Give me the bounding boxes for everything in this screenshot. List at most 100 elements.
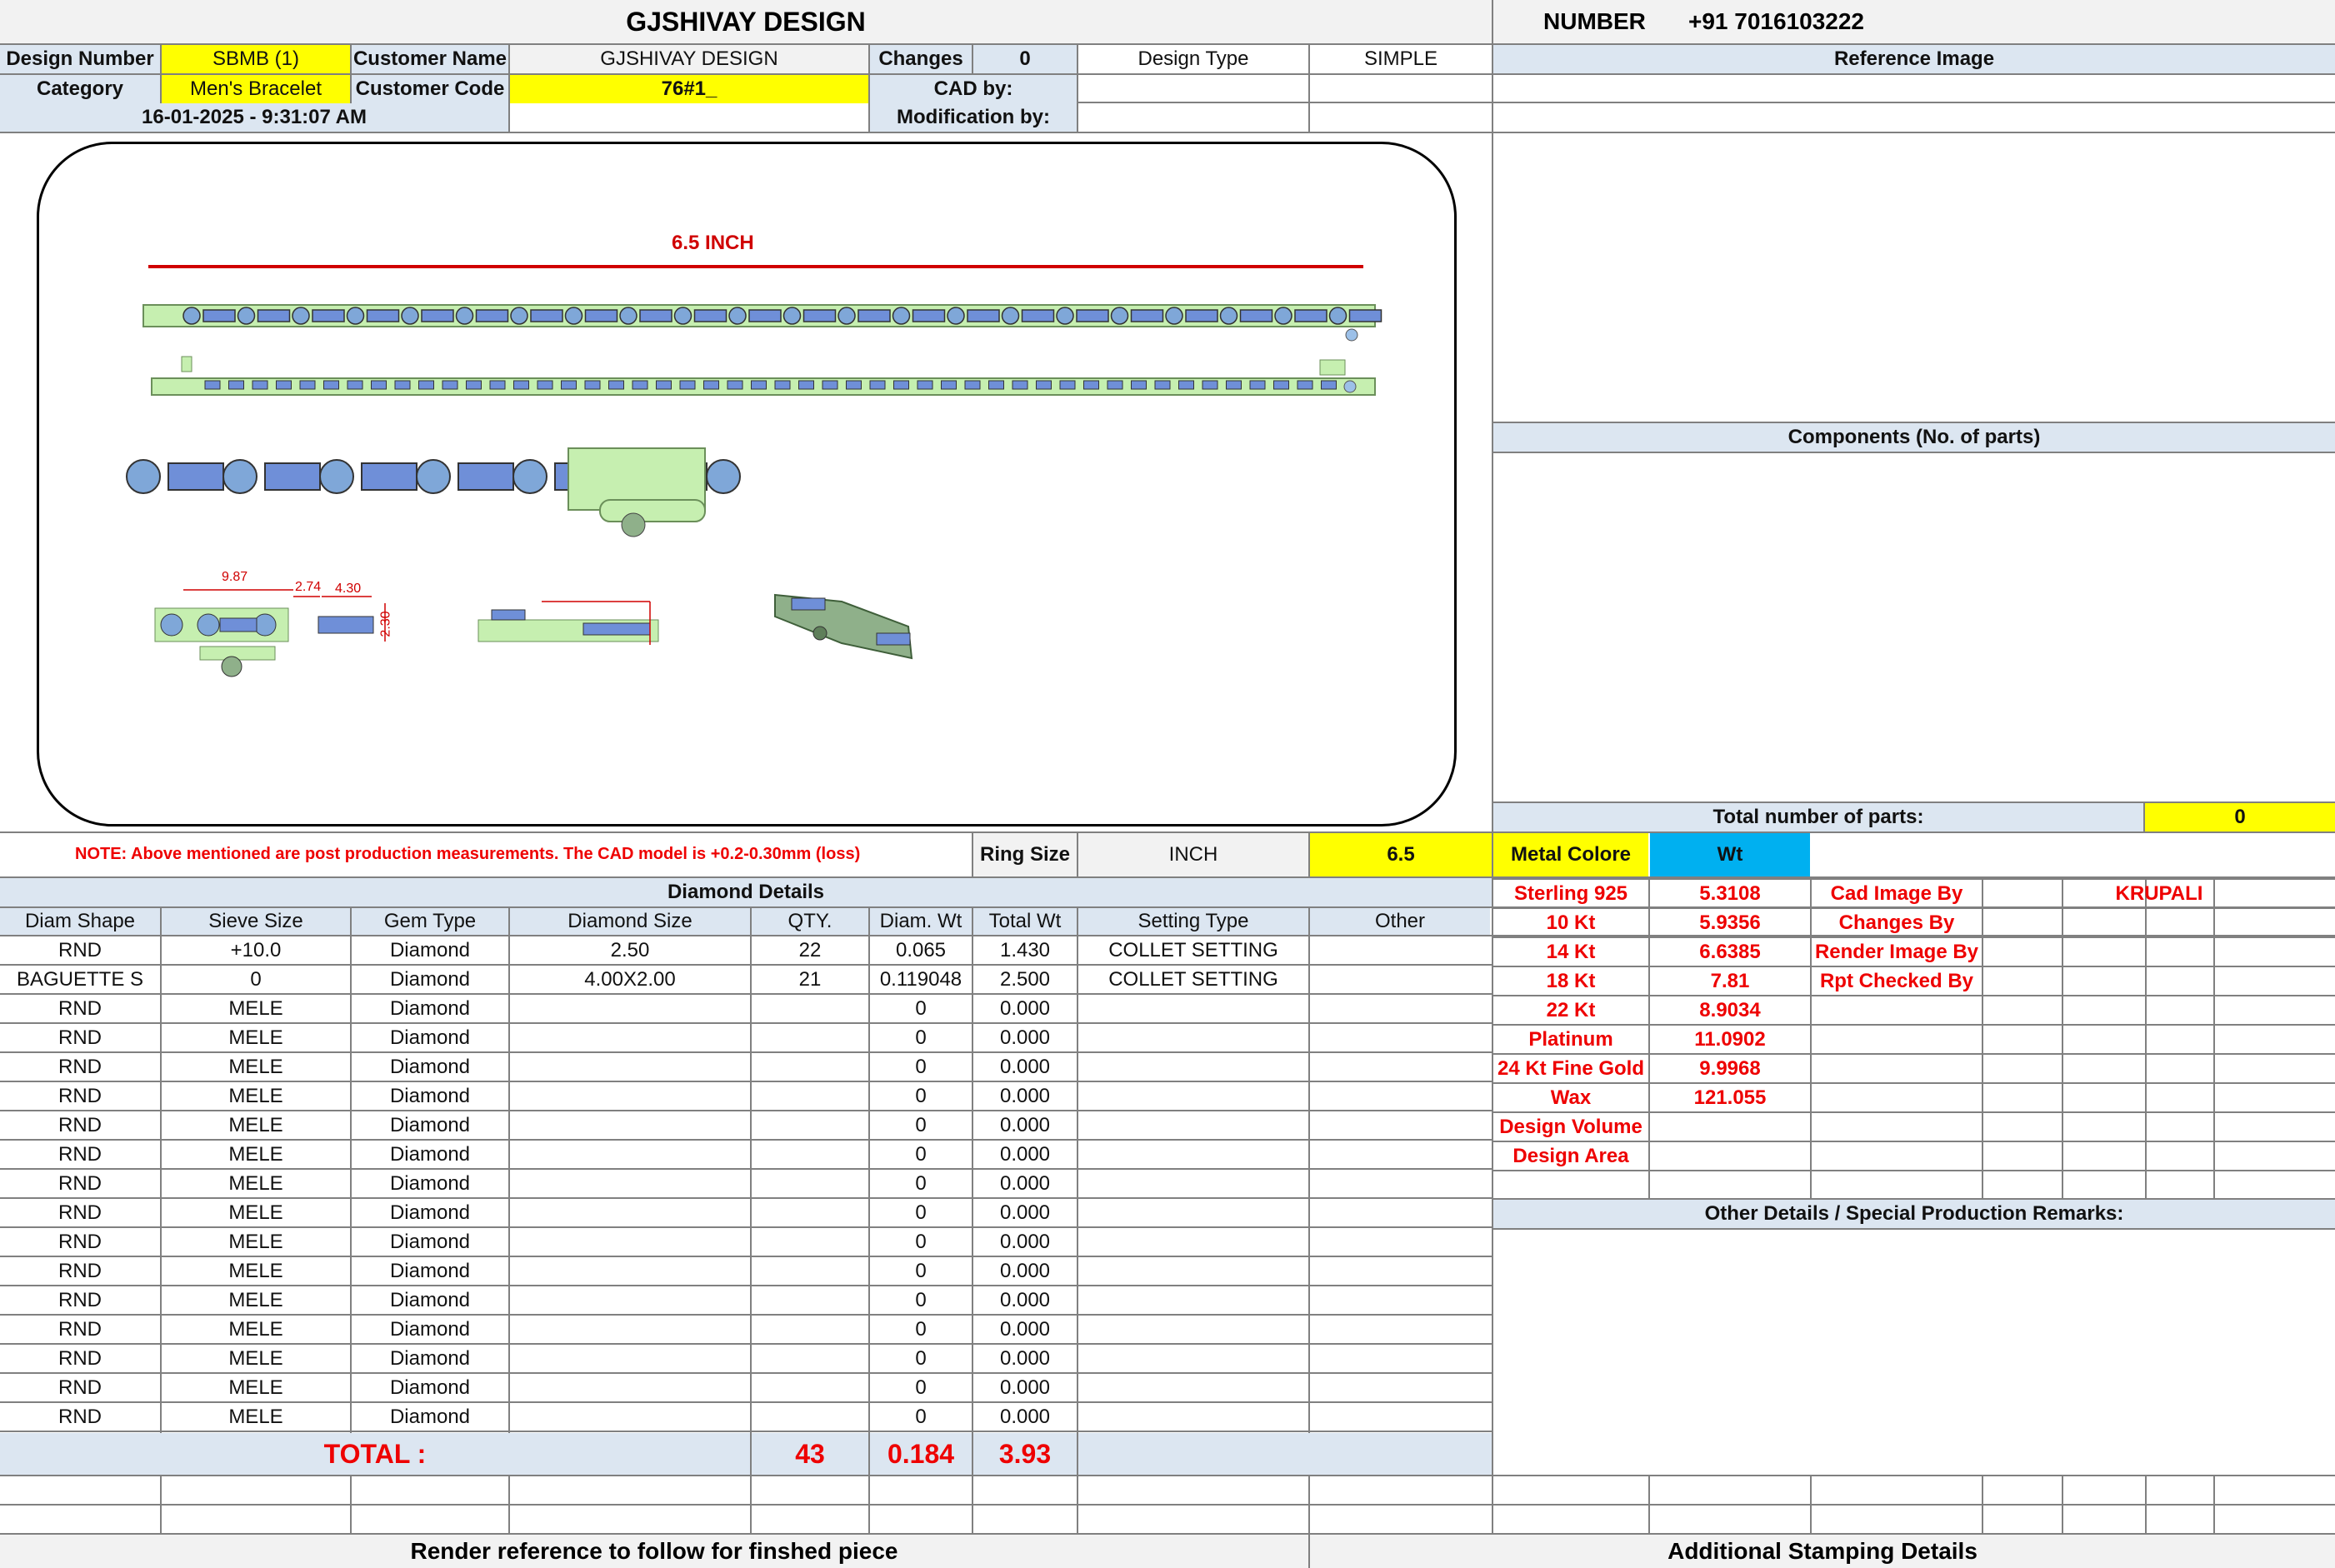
side-stone	[1036, 380, 1052, 390]
diamond-cell-diam-wt: 0	[915, 1318, 927, 1341]
round-stone	[619, 307, 638, 325]
side-stone	[822, 380, 838, 390]
round-stone	[1219, 307, 1238, 325]
side-stone	[1297, 380, 1313, 390]
baguette-stone	[361, 462, 418, 491]
diamond-cell-other	[1310, 1316, 1490, 1344]
diamond-cell-setting-type	[1078, 995, 1308, 1023]
diamond-cell-gem-type: Diamond	[389, 1026, 471, 1049]
baguette-stone	[1185, 309, 1218, 322]
diamond-cell-diamond-size	[510, 1024, 750, 1052]
diamond-cell-diamond-size	[510, 1286, 750, 1315]
metal-weight: 5.9356	[1699, 911, 1761, 934]
header-qty: QTY.	[752, 908, 868, 935]
side-stone	[656, 380, 672, 390]
components-label: Components (No. of parts)	[1493, 423, 2335, 452]
diamond-cell-total-wt: 1.430	[999, 939, 1051, 961]
baguette-stone	[475, 309, 509, 322]
round-stone	[126, 459, 161, 494]
diamond-cell-diam-shape: RND	[58, 1289, 102, 1311]
diamond-cell-other	[1310, 1286, 1490, 1315]
diamond-cell-qty	[752, 995, 868, 1023]
round-stone	[346, 307, 365, 325]
diamond-cell-setting-type	[1078, 1141, 1308, 1169]
round-stone	[319, 459, 354, 494]
diamond-cell-gem-type: Diamond	[389, 968, 471, 991]
diamond-cell-other	[1310, 1257, 1490, 1286]
round-stone	[237, 307, 256, 325]
diamond-cell-diam-wt: 0	[915, 1085, 927, 1107]
round-stone	[892, 307, 911, 325]
diamond-cell-setting-type	[1078, 1082, 1308, 1111]
baguette-stone	[257, 309, 291, 322]
diamond-cell-total-wt: 2.500	[999, 968, 1051, 991]
side-stone	[1202, 380, 1218, 390]
diamond-cell-qty	[752, 1257, 868, 1286]
diamond-cell-total-wt: 0.000	[999, 1231, 1051, 1253]
credit-value: KRUPALI	[2115, 882, 2203, 905]
metal-weight: 9.9968	[1699, 1057, 1761, 1080]
diamond-cell-sieve-size: MELE	[228, 1318, 283, 1341]
diamond-cell-diam-shape: RND	[58, 1376, 102, 1399]
baguette-stone	[1021, 309, 1055, 322]
header-gem-type: Gem Type	[352, 908, 508, 935]
baguette-stone	[168, 462, 224, 491]
diamond-cell-qty	[752, 1141, 868, 1169]
diamond-details-title: Diamond Details	[0, 878, 1492, 906]
diamond-cell-other	[1310, 1228, 1490, 1256]
metal-wt-label: Wt	[1650, 833, 1810, 876]
baguette-stone	[202, 309, 236, 322]
round-stone	[782, 307, 802, 325]
metal-weight: 7.81	[1710, 970, 1750, 992]
side-stone	[798, 380, 814, 390]
additional-stamping-label: Additional Stamping Details	[1310, 1535, 2335, 1568]
metal-weight	[1650, 1142, 1810, 1171]
side-stone	[442, 380, 458, 390]
diamond-cell-gem-type: Diamond	[389, 1347, 471, 1370]
total-wt: 3.93	[973, 1433, 1077, 1475]
diamond-cell-qty	[752, 1345, 868, 1373]
baguette-stone	[748, 309, 782, 322]
side-stone	[1178, 380, 1194, 390]
diamond-cell-other	[1310, 1345, 1490, 1373]
diamond-cell-setting-type	[1078, 1111, 1308, 1140]
ring-size-label: Ring Size	[973, 833, 1077, 876]
baguette-stone	[1076, 309, 1109, 322]
diamond-cell-diam-shape: RND	[58, 1406, 102, 1428]
diamond-cell-qty	[752, 1286, 868, 1315]
baguette-stone	[421, 309, 454, 322]
diamond-cell-total-wt: 0.000	[999, 1289, 1051, 1311]
diamond-cell-sieve-size: MELE	[228, 1201, 283, 1224]
side-stone	[1321, 380, 1337, 390]
round-stone	[1274, 307, 1292, 325]
diamond-cell-total-wt: 0.000	[999, 1376, 1051, 1399]
round-stone	[401, 307, 419, 325]
side-stone	[1012, 380, 1028, 390]
dim-b-label: 2.74	[295, 580, 322, 594]
header-other: Other	[1310, 908, 1490, 935]
diamond-cell-diam-shape: RND	[58, 1231, 102, 1253]
diamond-cell-total-wt: 0.000	[999, 1026, 1051, 1049]
diamond-cell-other	[1310, 936, 1490, 965]
diamond-cell-diam-wt: 0.065	[895, 939, 947, 961]
total-parts-value[interactable]: 0	[2145, 803, 2335, 831]
side-stone	[323, 380, 339, 390]
ring-size-value[interactable]: 6.5	[1310, 833, 1492, 876]
baguette-stone	[693, 309, 728, 322]
diamond-cell-diam-shape: RND	[58, 939, 102, 961]
round-stone	[512, 459, 548, 494]
diamond-cell-total-wt: 0.000	[999, 1114, 1051, 1136]
round-stone	[728, 307, 747, 325]
side-stone	[988, 380, 1004, 390]
round-stone	[1110, 307, 1129, 325]
bracelet-drawing	[126, 304, 1382, 677]
dim-a-label: 9.87	[222, 570, 248, 584]
round-stone	[292, 307, 310, 325]
diamond-cell-diamond-size: 4.00X2.00	[584, 968, 676, 991]
metal-name: Wax	[1550, 1086, 1592, 1109]
diamond-cell-qty	[752, 1082, 868, 1111]
side-stone	[418, 380, 434, 390]
diamond-cell-total-wt: 0.000	[999, 1056, 1051, 1078]
round-stone	[510, 307, 528, 325]
side-stone	[276, 380, 292, 390]
